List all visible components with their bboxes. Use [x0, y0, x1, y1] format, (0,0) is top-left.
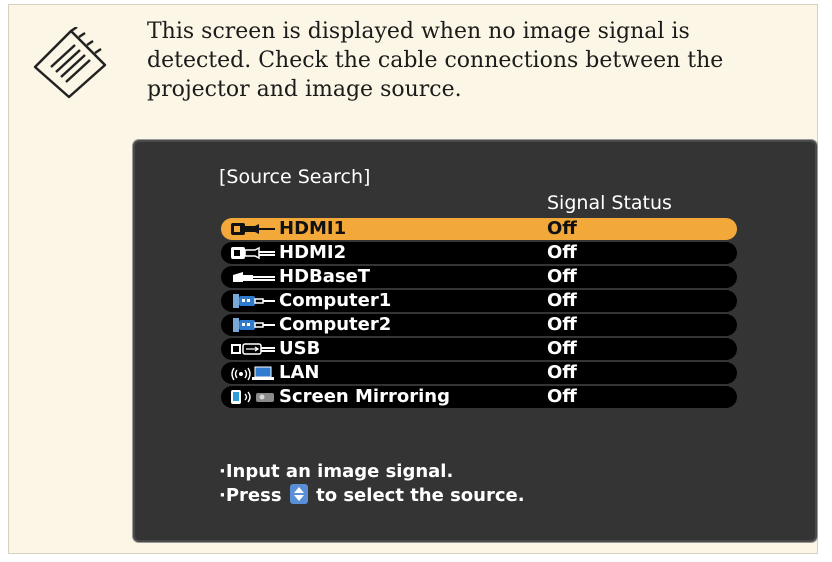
signal-status: Off	[547, 362, 577, 383]
hdbaset-port-icon	[229, 269, 281, 285]
source-label: LAN	[279, 362, 320, 383]
signal-status: Off	[547, 218, 577, 239]
source-label: HDBaseT	[279, 266, 371, 287]
source-row-screen-mirroring[interactable]: Screen Mirroring Off	[221, 386, 737, 408]
signal-status: Off	[547, 338, 577, 359]
signal-status-header: Signal Status	[547, 192, 672, 214]
hint-text: ·Input an image signal. ·Press to select…	[219, 460, 525, 508]
screen-mirroring-icon	[229, 389, 281, 405]
hint-input-signal: ·Input an image signal.	[219, 461, 454, 482]
source-row-lan[interactable]: LAN Off	[221, 362, 737, 384]
signal-status: Off	[547, 386, 577, 407]
source-row-hdmi2[interactable]: HDMI2 Off	[221, 242, 737, 264]
usb-port-icon	[229, 341, 281, 357]
hdmi-port-icon	[229, 221, 281, 237]
source-row-hdmi1[interactable]: HDMI1 Off	[221, 218, 737, 240]
hint-press-label: ·Press	[219, 485, 282, 506]
source-row-hdbaset[interactable]: HDBaseT Off	[221, 266, 737, 288]
note-pad-icon	[31, 25, 111, 99]
signal-status: Off	[547, 290, 577, 311]
source-label: Computer2	[279, 314, 392, 335]
source-row-computer1[interactable]: Computer1 Off	[221, 290, 737, 312]
source-list: HDMI1 Off HDMI2 Off HDBaseT Off Computer…	[221, 218, 737, 410]
source-row-usb[interactable]: USB Off	[221, 338, 737, 360]
screen-title: [Source Search]	[219, 166, 371, 188]
vga-port-icon	[229, 293, 281, 309]
source-label: USB	[279, 338, 321, 359]
note-box: This screen is displayed when no image s…	[8, 4, 818, 554]
source-row-computer2[interactable]: Computer2 Off	[221, 314, 737, 336]
source-search-screen: [Source Search] Signal Status HDMI1 Off …	[133, 140, 817, 542]
source-label: Computer1	[279, 290, 392, 311]
signal-status: Off	[547, 242, 577, 263]
vga-port-icon	[229, 317, 281, 333]
up-down-arrow-icon	[289, 484, 308, 504]
hdmi-port-icon	[229, 245, 281, 261]
source-label: Screen Mirroring	[279, 386, 450, 407]
hint-select-source: ·Press to select the source.	[219, 484, 525, 508]
note-text: This screen is displayed when no image s…	[147, 19, 724, 102]
lan-wireless-icon	[229, 365, 281, 381]
source-label: HDMI2	[279, 242, 347, 263]
source-label: HDMI1	[279, 218, 347, 239]
signal-status: Off	[547, 266, 577, 287]
signal-status: Off	[547, 314, 577, 335]
hint-select-label: to select the source.	[316, 485, 525, 506]
